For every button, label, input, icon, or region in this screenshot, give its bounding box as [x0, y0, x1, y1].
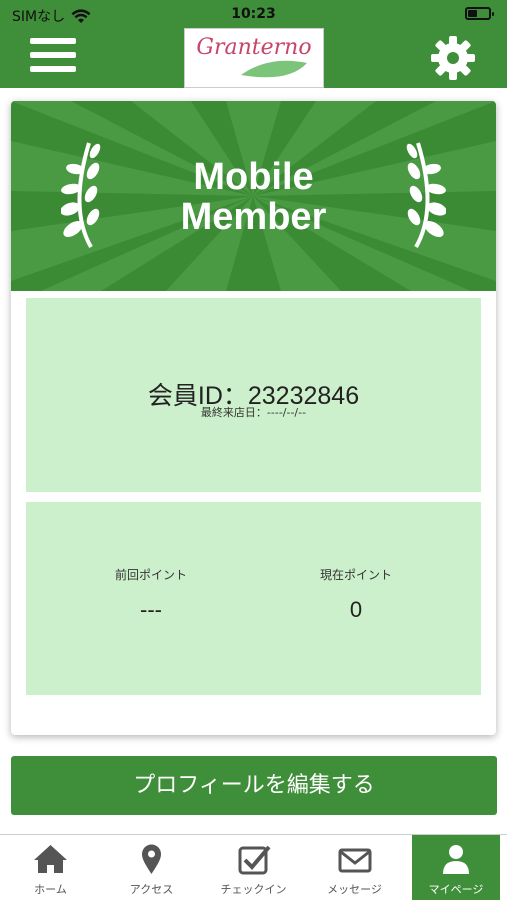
- tab-access[interactable]: アクセス: [101, 835, 202, 900]
- current-points-label: 現在ポイント: [319, 568, 392, 582]
- last-visit-date: 最終来店日：----/--/--: [200, 406, 307, 419]
- logo-text: Granterno: [196, 35, 312, 60]
- current-points: 現在ポイント 0: [256, 566, 456, 623]
- tab-home-label: ホーム: [34, 883, 67, 896]
- clock: 10:23: [231, 6, 276, 22]
- tab-mypage-label: マイページ: [428, 883, 484, 896]
- tab-bar: ホーム アクセス チェックイン メッセージ マイページ: [0, 834, 507, 900]
- member-banner: Mobile Member: [11, 101, 496, 291]
- previous-points-value: ---: [140, 597, 162, 622]
- leaf-icon: [241, 60, 307, 78]
- tab-messages-label: メッセージ: [327, 883, 382, 896]
- tab-access-label: アクセス: [129, 883, 174, 896]
- tab-checkin[interactable]: チェックイン: [203, 835, 304, 900]
- edit-profile-button[interactable]: プロフィールを編集する: [11, 756, 497, 815]
- status-bar: SIMなし 10:23: [0, 0, 507, 28]
- gear-icon[interactable]: [429, 34, 477, 82]
- checkbox-icon: [238, 845, 271, 875]
- laurel-right-icon: [406, 142, 446, 249]
- points-panel: 前回ポイント --- 現在ポイント 0: [26, 502, 481, 695]
- brand-logo[interactable]: Granterno: [184, 28, 324, 88]
- map-pin-icon: [142, 844, 161, 874]
- tab-messages[interactable]: メッセージ: [304, 835, 405, 900]
- tab-mypage[interactable]: マイページ: [412, 835, 500, 900]
- tab-home[interactable]: ホーム: [0, 835, 101, 900]
- previous-points: 前回ポイント ---: [51, 566, 251, 623]
- home-icon: [34, 845, 67, 873]
- app-header: SIMなし 10:23 Granterno: [0, 0, 507, 88]
- member-card: Mobile Member 会員ID：23232846 最終来店日：----/-…: [11, 101, 496, 735]
- envelope-icon: [338, 848, 372, 873]
- previous-points-label: 前回ポイント: [114, 568, 187, 582]
- member-id-panel: 会員ID：23232846 最終来店日：----/--/--: [26, 298, 481, 492]
- user-icon: [443, 845, 469, 874]
- battery-icon: [465, 7, 494, 20]
- current-points-value: 0: [349, 597, 363, 622]
- hamburger-menu-icon[interactable]: [30, 38, 76, 76]
- tab-checkin-label: チェックイン: [220, 883, 287, 896]
